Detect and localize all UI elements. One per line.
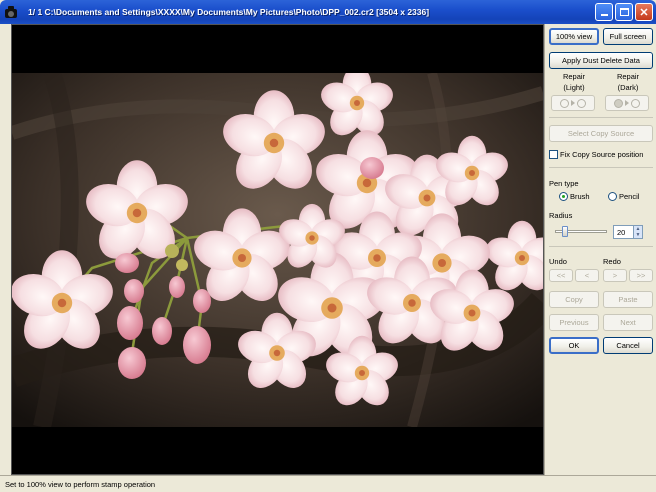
maximize-button[interactable]: [615, 3, 633, 21]
repair-dark-label: Repair (Dark): [616, 72, 640, 92]
status-bar: Set to 100% view to perform stamp operat…: [0, 475, 656, 492]
cherry-blossom-photo[interactable]: [12, 73, 543, 427]
repair-dark-button[interactable]: [605, 95, 649, 111]
window-title: 1/ 1 C:\Documents and Settings\XXXX\My D…: [28, 7, 430, 17]
stamp-tool-panel: 100% view Full screen Apply Dust Delete …: [544, 24, 656, 475]
pen-pencil-radio[interactable]: [608, 192, 617, 201]
redo-all-button[interactable]: >>: [629, 269, 653, 282]
target-light-icon: [577, 98, 586, 108]
window-controls: ✕: [595, 3, 653, 21]
close-icon: ✕: [639, 6, 649, 19]
radius-value: 20: [617, 227, 626, 237]
separator: [549, 246, 653, 247]
ok-button[interactable]: OK: [549, 337, 599, 354]
repair-light-button[interactable]: [551, 95, 595, 111]
status-message: Set to 100% view to perform stamp operat…: [5, 479, 156, 489]
target-dark-icon: [631, 98, 640, 108]
redo-button[interactable]: >: [603, 269, 627, 282]
paste-button[interactable]: Paste: [603, 291, 653, 308]
fix-copy-source-label: Fix Copy Source position: [560, 150, 644, 159]
radius-spinbox[interactable]: 20 ▲ ▼: [613, 225, 643, 239]
minimize-icon: [600, 14, 608, 16]
undo-button[interactable]: <: [575, 269, 599, 282]
radius-slider-thumb[interactable]: [562, 226, 569, 237]
repair-light-label: Repair (Light): [562, 72, 586, 92]
title-bar: 1/ 1 C:\Documents and Settings\XXXX\My D…: [0, 0, 656, 24]
arrow-icon: [625, 100, 629, 106]
full-screen-button[interactable]: Full screen: [603, 28, 653, 45]
pen-brush-label: Brush: [570, 192, 590, 201]
spin-down-icon[interactable]: ▼: [634, 232, 642, 238]
view-100-button[interactable]: 100% view: [549, 28, 599, 45]
brush-light-icon: [560, 98, 569, 108]
image-viewer[interactable]: [11, 24, 544, 475]
undo-label: Undo: [549, 257, 567, 266]
pen-type-label: Pen type: [549, 179, 579, 188]
maximize-icon: [619, 8, 629, 16]
minimize-button[interactable]: [595, 3, 613, 21]
arrow-icon: [571, 100, 575, 106]
brush-dark-icon: [614, 98, 623, 108]
separator: [549, 167, 653, 168]
separator: [549, 117, 653, 118]
radius-label: Radius: [549, 211, 573, 220]
pen-brush-radio[interactable]: [559, 192, 568, 201]
copy-button[interactable]: Copy: [549, 291, 599, 308]
select-copy-source-button[interactable]: Select Copy Source: [549, 125, 653, 142]
previous-button[interactable]: Previous: [549, 314, 599, 331]
undo-all-button[interactable]: <<: [549, 269, 573, 282]
camera-icon[interactable]: [4, 5, 18, 19]
next-button[interactable]: Next: [603, 314, 653, 331]
apply-dust-delete-button[interactable]: Apply Dust Delete Data: [549, 52, 653, 69]
redo-label: Redo: [603, 257, 621, 266]
pen-pencil-label: Pencil: [619, 192, 640, 201]
fix-copy-source-checkbox[interactable]: [549, 150, 558, 159]
close-button[interactable]: ✕: [635, 3, 653, 21]
cancel-button[interactable]: Cancel: [603, 337, 653, 354]
